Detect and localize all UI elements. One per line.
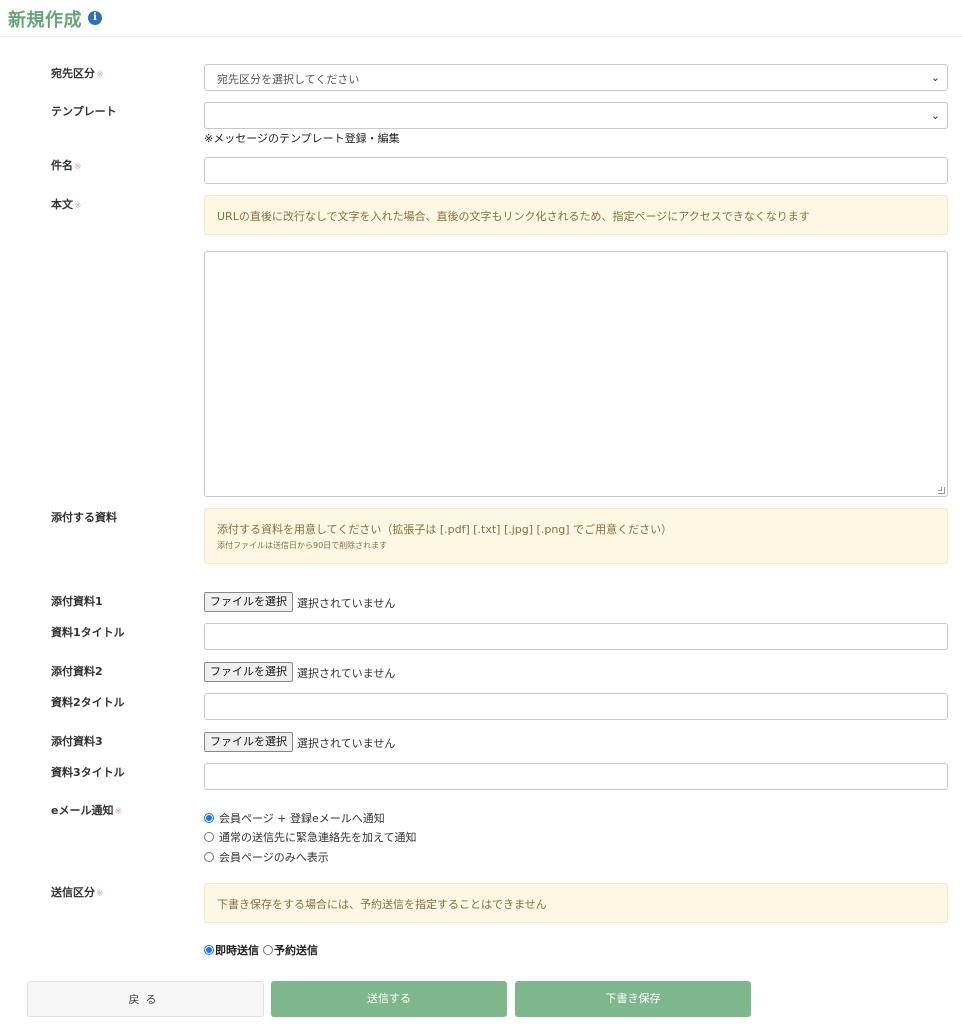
attachments-notice: 添付する資料を用意してください（拡張子は [.pdf] [.txt] [.jpg… xyxy=(204,508,948,564)
email-notify-option-3[interactable]: 会員ページのみへ表示 xyxy=(204,849,329,865)
send-type-notice: 下書き保存をする場合には、予約送信を指定することはできません xyxy=(204,883,948,923)
page-title: 新規作成 xyxy=(8,10,82,31)
attachment-2-choose-button[interactable]: ファイルを選択 xyxy=(204,662,293,682)
attachment-3-title-input[interactable] xyxy=(204,763,948,790)
send-type-scheduled[interactable]: 予約送信 xyxy=(263,944,318,957)
email-notify-label: eメール通知※ xyxy=(51,804,123,817)
attachment-3-choose-button[interactable]: ファイルを選択 xyxy=(204,732,293,752)
required-mark: ※ xyxy=(96,889,104,899)
destination-select-value: 宛先区分を選択してください xyxy=(217,73,360,86)
send-type-options: 即時送信 予約送信 xyxy=(204,942,318,958)
attachment-3-label: 添付資料3 xyxy=(51,735,103,748)
attachment-1-status: 選択されていません xyxy=(297,597,396,610)
save-draft-button[interactable]: 下書き保存 xyxy=(515,981,751,1017)
body-label: 本文※ xyxy=(51,198,82,211)
email-notify-option-1[interactable]: 会員ページ + 登録eメールへ通知 xyxy=(204,810,385,826)
info-icon[interactable]: i xyxy=(88,11,102,25)
required-mark: ※ xyxy=(74,162,82,172)
template-label: テンプレート xyxy=(51,105,117,118)
radio-checked-icon[interactable] xyxy=(204,813,214,823)
attachment-2-status: 選択されていません xyxy=(297,667,396,680)
page-header: 新規作成 i xyxy=(0,0,962,37)
email-notify-option-2[interactable]: 通常の送信先に緊急連絡先を加えて通知 xyxy=(204,829,416,845)
radio-checked-icon[interactable] xyxy=(204,945,214,955)
attachment-2-title-input[interactable] xyxy=(204,693,948,720)
attachment-3-title-label: 資料3タイトル xyxy=(51,766,125,779)
attachments-notice-text: 添付する資料を用意してください（拡張子は [.pdf] [.txt] [.jpg… xyxy=(217,523,673,536)
attachment-1-title-input[interactable] xyxy=(204,623,948,650)
send-type-label: 送信区分※ xyxy=(51,886,104,899)
subject-label: 件名※ xyxy=(51,159,82,172)
resize-handle-icon[interactable] xyxy=(938,487,945,494)
template-edit-link[interactable]: ※メッセージのテンプレート登録・編集 xyxy=(204,130,400,146)
destination-label: 宛先区分※ xyxy=(51,67,104,80)
attachments-notice-subtext: 添付ファイルは送信日から90日で削除されます xyxy=(217,541,388,550)
send-button[interactable]: 送信する xyxy=(271,981,507,1017)
radio-unchecked-icon[interactable] xyxy=(263,945,273,955)
send-type-immediate[interactable]: 即時送信 xyxy=(204,944,259,957)
template-select[interactable]: ⌄ xyxy=(204,102,948,129)
attachment-2-label: 添付資料2 xyxy=(51,665,103,678)
attachment-2-title-label: 資料2タイトル xyxy=(51,696,125,709)
subject-input[interactable] xyxy=(204,157,948,184)
attachment-1-choose-button[interactable]: ファイルを選択 xyxy=(204,592,293,612)
attachments-label: 添付する資料 xyxy=(51,511,117,524)
attachment-1-title-label: 資料1タイトル xyxy=(51,626,125,639)
body-textarea[interactable] xyxy=(204,251,948,497)
chevron-down-icon: ⌄ xyxy=(930,71,940,84)
back-button[interactable]: 戻る xyxy=(27,981,264,1017)
destination-select[interactable]: 宛先区分を選択してください ⌄ xyxy=(204,64,948,91)
radio-unchecked-icon[interactable] xyxy=(204,832,214,842)
required-mark: ※ xyxy=(74,201,82,211)
radio-unchecked-icon[interactable] xyxy=(204,852,214,862)
body-notice: URLの直後に改行なしで文字を入れた場合、直後の文字もリンク化されるため、指定ペ… xyxy=(204,195,948,235)
send-type-notice-text: 下書き保存をする場合には、予約送信を指定することはできません xyxy=(217,898,547,911)
body-notice-text: URLの直後に改行なしで文字を入れた場合、直後の文字もリンク化されるため、指定ペ… xyxy=(217,210,810,223)
chevron-down-icon: ⌄ xyxy=(930,109,940,122)
required-mark: ※ xyxy=(96,70,104,80)
attachment-3-status: 選択されていません xyxy=(297,737,396,750)
required-mark: ※ xyxy=(114,807,123,817)
attachment-1-label: 添付資料1 xyxy=(51,595,103,608)
